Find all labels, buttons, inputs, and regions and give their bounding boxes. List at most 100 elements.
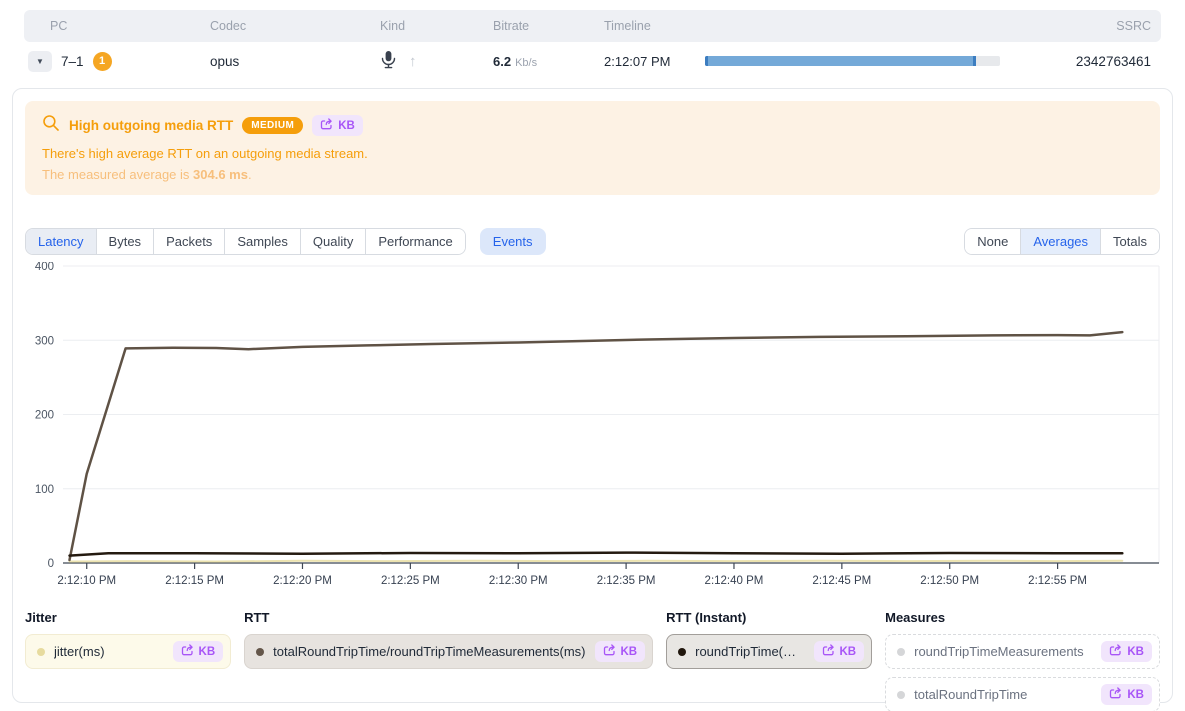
tab-quality[interactable]: Quality bbox=[301, 229, 366, 254]
jitter-kb-button[interactable]: KB bbox=[173, 641, 224, 662]
timeline-start-cap bbox=[705, 56, 708, 66]
legend-item-total-rtt[interactable]: totalRoundTripTime KB bbox=[885, 677, 1160, 711]
legend-item-jitter[interactable]: jitter(ms) KB bbox=[25, 634, 231, 669]
latency-chart[interactable]: 01002003004002:12:10 PM2:12:15 PM2:12:20… bbox=[25, 262, 1160, 597]
pc-label: 7–1 bbox=[61, 54, 84, 69]
series-dot bbox=[37, 648, 45, 656]
share-icon bbox=[320, 118, 333, 133]
tab-samples[interactable]: Samples bbox=[225, 229, 301, 254]
svg-text:2:12:45 PM: 2:12:45 PM bbox=[812, 575, 871, 587]
alert-description: There's high average RTT on an outgoing … bbox=[42, 146, 1143, 161]
header-kind: Kind bbox=[380, 19, 493, 33]
outbound-arrow-up-icon: ↑ bbox=[409, 53, 417, 70]
stream-table-header: PC Codec Kind Bitrate Timeline SSRC bbox=[24, 10, 1161, 42]
collapse-row-button[interactable]: ▼ bbox=[28, 51, 52, 72]
kb-label: KB bbox=[840, 646, 857, 658]
svg-text:300: 300 bbox=[35, 335, 54, 347]
svg-text:2:12:30 PM: 2:12:30 PM bbox=[489, 575, 548, 587]
tab-totals[interactable]: Totals bbox=[1101, 229, 1159, 254]
share-icon bbox=[181, 644, 194, 659]
svg-text:0: 0 bbox=[48, 558, 54, 570]
header-codec: Codec bbox=[210, 19, 380, 33]
severity-badge: MEDIUM bbox=[242, 117, 303, 134]
svg-text:400: 400 bbox=[35, 262, 54, 273]
tab-latency[interactable]: Latency bbox=[26, 229, 97, 254]
share-icon bbox=[603, 644, 616, 659]
timeline-current-time: 2:12:07 PM bbox=[604, 54, 684, 69]
aggregation-tab-group: None Averages Totals bbox=[964, 228, 1160, 255]
caret-down-icon: ▼ bbox=[36, 57, 44, 66]
legend-group-title: Jitter bbox=[25, 610, 231, 625]
legend-group-title: RTT (Instant) bbox=[666, 610, 872, 625]
svg-text:2:12:15 PM: 2:12:15 PM bbox=[165, 575, 224, 587]
share-icon bbox=[822, 644, 835, 659]
tab-performance[interactable]: Performance bbox=[366, 229, 464, 254]
series-dot bbox=[256, 648, 264, 656]
svg-text:2:12:25 PM: 2:12:25 PM bbox=[381, 575, 440, 587]
legend-group-rtt: RTT totalRoundTripTime/roundTripTimeMeas… bbox=[244, 610, 653, 669]
metric-tab-group: Latency Bytes Packets Samples Quality Pe… bbox=[25, 228, 466, 255]
stream-count-badge: 1 bbox=[93, 52, 112, 71]
tab-averages[interactable]: Averages bbox=[1021, 229, 1101, 254]
kb-label: KB bbox=[621, 646, 638, 658]
chart-legend: Jitter jitter(ms) KB RTT totalRoundTripT… bbox=[25, 610, 1160, 711]
series-dot bbox=[897, 648, 905, 656]
svg-text:200: 200 bbox=[35, 410, 54, 422]
bitrate-unit: Kb/s bbox=[515, 57, 537, 69]
legend-item-rtt-measurements[interactable]: roundTripTimeMeasurements KB bbox=[885, 634, 1160, 669]
bitrate-value: 6.2 bbox=[493, 54, 511, 69]
stream-detail-panel: High outgoing media RTT MEDIUM KB There'… bbox=[12, 88, 1173, 703]
legend-group-jitter: Jitter jitter(ms) KB bbox=[25, 610, 231, 669]
series-dot bbox=[897, 691, 905, 699]
legend-item-rtt-instant[interactable]: roundTripTime(ms) KB bbox=[666, 634, 872, 669]
share-icon bbox=[1109, 644, 1122, 659]
alert-kb-button[interactable]: KB bbox=[312, 115, 363, 136]
total-rtt-kb-button[interactable]: KB bbox=[1101, 684, 1152, 705]
rtt-alert: High outgoing media RTT MEDIUM KB There'… bbox=[25, 101, 1160, 195]
rtt-instant-kb-button[interactable]: KB bbox=[814, 641, 865, 662]
alert-measured-average: The measured average is 304.6 ms. bbox=[42, 167, 1143, 182]
header-pc: PC bbox=[50, 19, 210, 33]
alert-title: High outgoing media RTT bbox=[69, 118, 233, 133]
timeline-position-marker[interactable] bbox=[973, 56, 976, 66]
legend-item-rtt-average[interactable]: totalRoundTripTime/roundTripTimeMeasurem… bbox=[244, 634, 653, 669]
legend-item-label: roundTripTimeMeasurements bbox=[914, 644, 1092, 659]
svg-text:2:12:50 PM: 2:12:50 PM bbox=[920, 575, 979, 587]
timeline-scrubber[interactable] bbox=[705, 56, 1000, 66]
events-toggle-button[interactable]: Events bbox=[480, 228, 546, 255]
legend-item-label: jitter(ms) bbox=[54, 644, 164, 659]
legend-group-title: Measures bbox=[885, 610, 1160, 625]
legend-item-label: roundTripTime(ms) bbox=[695, 644, 804, 659]
kb-label: KB bbox=[338, 120, 355, 132]
tab-packets[interactable]: Packets bbox=[154, 229, 225, 254]
svg-text:2:12:40 PM: 2:12:40 PM bbox=[705, 575, 764, 587]
ssrc-value: 2342763461 bbox=[1034, 54, 1151, 69]
legend-group-rtt-instant: RTT (Instant) roundTripTime(ms) KB bbox=[666, 610, 872, 669]
kb-label: KB bbox=[199, 646, 216, 658]
search-icon bbox=[42, 114, 60, 137]
header-timeline: Timeline bbox=[604, 19, 1034, 33]
header-ssrc: SSRC bbox=[1034, 19, 1151, 33]
measurements-kb-button[interactable]: KB bbox=[1101, 641, 1152, 662]
legend-group-title: RTT bbox=[244, 610, 653, 625]
svg-text:2:12:35 PM: 2:12:35 PM bbox=[597, 575, 656, 587]
tab-none[interactable]: None bbox=[965, 229, 1021, 254]
series-dot bbox=[678, 648, 686, 656]
chart-toolbar: Latency Bytes Packets Samples Quality Pe… bbox=[25, 228, 1160, 255]
kb-label: KB bbox=[1127, 646, 1144, 658]
svg-text:2:12:20 PM: 2:12:20 PM bbox=[273, 575, 332, 587]
svg-text:2:12:55 PM: 2:12:55 PM bbox=[1028, 575, 1087, 587]
tab-bytes[interactable]: Bytes bbox=[97, 229, 155, 254]
latency-chart-svg: 01002003004002:12:10 PM2:12:15 PM2:12:20… bbox=[25, 262, 1162, 592]
legend-group-measures: Measures roundTripTimeMeasurements KB to… bbox=[885, 610, 1160, 711]
stream-row: ▼ 7–1 1 opus ↑ 6.2 Kb/s 2:12:07 PM 234276… bbox=[24, 42, 1161, 80]
legend-item-label: totalRoundTripTime bbox=[914, 687, 1092, 702]
svg-text:100: 100 bbox=[35, 484, 54, 496]
microphone-icon bbox=[380, 50, 397, 72]
header-bitrate: Bitrate bbox=[493, 19, 604, 33]
codec-value: opus bbox=[210, 54, 380, 69]
share-icon bbox=[1109, 687, 1122, 702]
rtt-average-kb-button[interactable]: KB bbox=[595, 641, 646, 662]
timeline-progress-fill bbox=[705, 56, 976, 66]
kb-label: KB bbox=[1127, 689, 1144, 701]
